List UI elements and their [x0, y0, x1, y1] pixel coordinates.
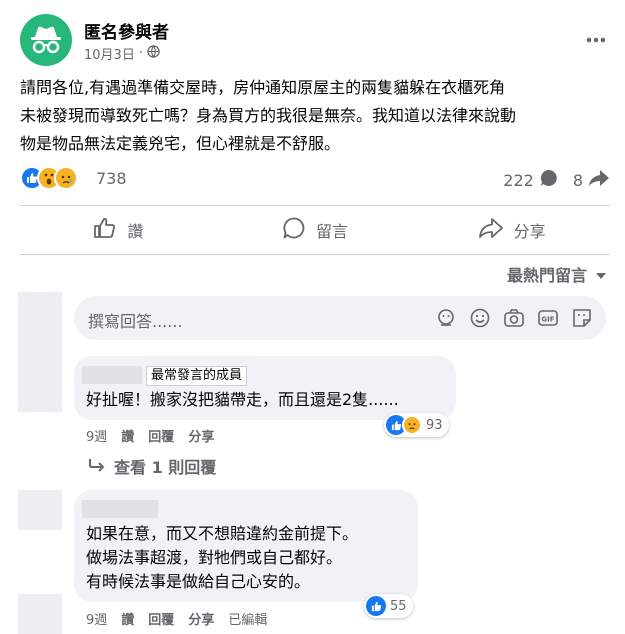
camera-icon[interactable] [502, 306, 526, 330]
comment-share-stats: 222 8 [489, 168, 610, 192]
like-icon [366, 596, 386, 616]
reply-arrow-icon [88, 457, 106, 476]
sticker-icon[interactable] [570, 306, 594, 330]
sad-icon [54, 166, 78, 190]
comment-composer[interactable]: 撰寫回答...... GIF [74, 296, 606, 340]
comment-bubble: 最常發言的成員 好扯喔！搬家沒把貓帶走，而且還是2隻...... [74, 356, 456, 420]
reaction-count[interactable]: 738 [96, 169, 127, 188]
comment-reply-button[interactable]: 回覆 [148, 426, 174, 445]
like-button[interactable]: 讚 [20, 208, 217, 252]
comment-reply-button[interactable]: 回覆 [148, 609, 174, 628]
post-author[interactable]: 匿名參與者 [84, 18, 169, 43]
comment-like-button[interactable]: 讚 [121, 609, 134, 628]
blurred-avatar-area [18, 292, 62, 412]
comment-button[interactable]: 留言 [217, 208, 414, 252]
gif-icon[interactable]: GIF [536, 306, 560, 330]
composer-placeholder: 撰寫回答...... [88, 312, 183, 331]
comment-outline-icon [282, 216, 306, 244]
comment-count: 222 [503, 170, 534, 190]
post-text-line: 未被發現而導致死亡嗎？身為買方的我很是無奈。我知道以法律來說動 [20, 106, 517, 125]
blurred-avatar-area [18, 594, 62, 634]
post-meta: 10月3日 · [84, 44, 160, 63]
chevron-down-icon [595, 265, 607, 284]
post-date[interactable]: 10月3日 [84, 44, 135, 63]
comment-reaction-count: 55 [390, 598, 407, 614]
more-icon[interactable] [582, 26, 610, 54]
comment-text-line: 如果在意，而又不想賠違約金前提下。 [86, 524, 359, 543]
comment-actions: 9週 讚 回覆 分享 [86, 426, 214, 445]
comment-share-button[interactable]: 分享 [188, 609, 214, 628]
composer-icons: GIF [434, 306, 594, 330]
emoji-icon[interactable] [468, 306, 492, 330]
divider [20, 254, 610, 255]
comment-edited-label: 已編輯 [228, 613, 268, 628]
comment-sort-dropdown[interactable]: 最熱門留言 [507, 262, 607, 286]
divider [20, 205, 610, 206]
blurred-username [82, 500, 158, 518]
share-button[interactable]: 分享 [413, 208, 610, 252]
incognito-icon [31, 26, 61, 54]
blurred-username [82, 366, 142, 384]
separator-dot: · [138, 46, 143, 61]
reaction-icons[interactable] [20, 166, 78, 190]
comment-bubble-icon [539, 168, 559, 192]
comment-reactions[interactable]: 55 [364, 594, 413, 618]
comment-label: 留言 [316, 222, 349, 241]
like-outline-icon [93, 216, 117, 244]
post-text: 請問各位,有遇過準備交屋時，房仲通知原屋主的兩隻貓躲在衣櫃死角 未被發現而導致死… [20, 74, 600, 158]
member-badge[interactable]: 最常發言的成員 [146, 366, 248, 386]
comment-reactions[interactable]: 93 [384, 413, 449, 437]
post-header: 匿名參與者 10月3日 · [20, 14, 610, 66]
post-text-line: 請問各位,有遇過準備交屋時，房仲通知原屋主的兩隻貓躲在衣櫃死角 [20, 78, 506, 97]
post-text-line: 物是物品無法定義兇宅，但心裡就是不舒服。 [20, 134, 341, 153]
share-count: 8 [572, 170, 583, 190]
like-label: 讚 [127, 222, 144, 241]
comment-text-line: 好扯喔！搬家沒把貓帶走，而且還是2隻...... [86, 390, 399, 409]
comment-actions: 9週 讚 回覆 分享 已編輯 [86, 609, 267, 628]
comment-like-button[interactable]: 讚 [121, 426, 134, 445]
comment-time[interactable]: 9週 [86, 609, 107, 628]
view-replies-button[interactable]: 查看 1 則回覆 [88, 454, 216, 478]
comment-reaction-count: 93 [426, 417, 443, 433]
incognito-avatar[interactable] [20, 14, 72, 66]
post-actions: 讚 留言 分享 [20, 208, 610, 252]
post-stats: 738 222 8 [20, 164, 610, 194]
comment-bubble: 如果在意，而又不想賠違約金前提下。 做場法事超渡，對牠們或自己都好。 有時候法事… [74, 490, 418, 602]
share-label: 分享 [513, 222, 546, 241]
view-replies-label: 查看 1 則回覆 [114, 458, 217, 477]
svg-text:GIF: GIF [541, 316, 554, 324]
sad-icon [402, 415, 422, 435]
comment-count-group[interactable]: 222 [503, 168, 559, 192]
share-outline-icon [478, 216, 504, 244]
comment-share-button[interactable]: 分享 [188, 426, 214, 445]
blurred-avatar-area [18, 490, 62, 530]
comment-text-line: 有時候法事是做給自己心安的。 [86, 572, 311, 591]
comment-time[interactable]: 9週 [86, 426, 107, 445]
globe-icon [147, 45, 160, 62]
share-arrow-icon [588, 168, 610, 192]
avatar-sticker-icon[interactable] [434, 306, 458, 330]
sort-label: 最熱門留言 [506, 266, 587, 285]
share-count-group[interactable]: 8 [573, 168, 610, 192]
comment-text-line: 做場法事超渡，對牠們或自己都好。 [86, 548, 343, 567]
